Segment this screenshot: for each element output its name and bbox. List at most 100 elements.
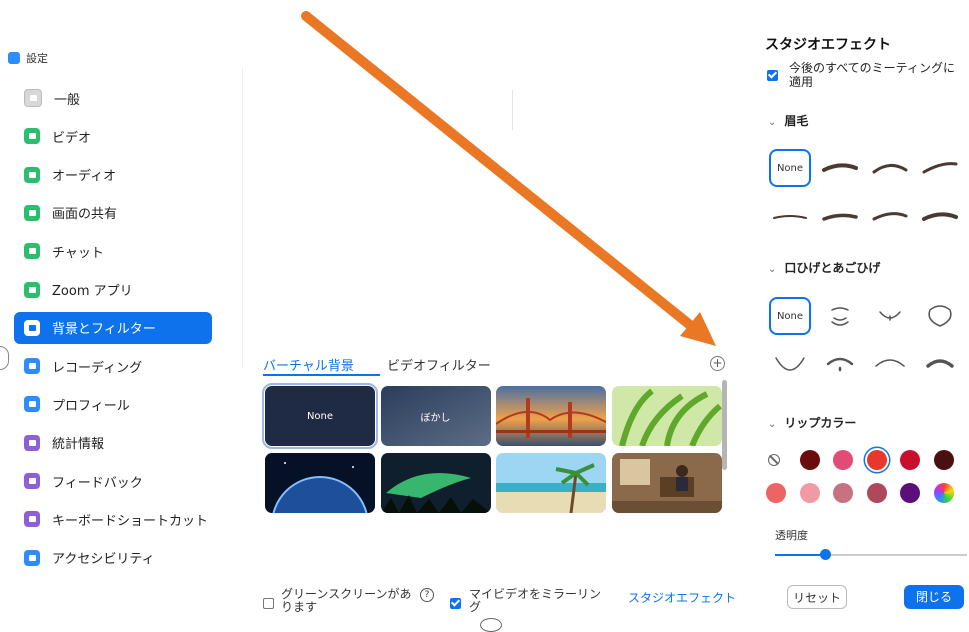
tab-video-filter[interactable]: ビデオフィルター xyxy=(387,355,491,374)
sidebar-item-label: 統計情報 xyxy=(52,437,105,453)
beard-option[interactable] xyxy=(819,345,861,383)
opacity-label: 透明度 xyxy=(775,529,808,542)
eyebrow-option[interactable] xyxy=(869,149,911,187)
lip-color-swatch[interactable] xyxy=(799,483,820,503)
beard-option[interactable] xyxy=(919,345,961,383)
beard-option[interactable]: None xyxy=(769,297,811,335)
background-tile[interactable] xyxy=(265,453,375,513)
background-thumbnail xyxy=(496,386,606,446)
background-tile[interactable] xyxy=(611,386,722,446)
background-tile[interactable] xyxy=(611,453,722,513)
tab-virtual-background[interactable]: バーチャル背景 xyxy=(263,355,354,374)
sidebar-item-label: 画面の共有 xyxy=(52,207,118,223)
eyebrow-option[interactable] xyxy=(819,149,861,187)
studio-effects-link[interactable]: スタジオエフェクト xyxy=(628,589,736,606)
eyebrow-option[interactable] xyxy=(869,197,911,235)
lip-color-swatch[interactable] xyxy=(933,450,954,470)
lip-color-swatch[interactable] xyxy=(766,483,786,503)
sidebar-item[interactable]: アクセシビリティ xyxy=(14,542,212,574)
eyebrow-option[interactable] xyxy=(819,197,861,235)
add-background-button[interactable]: + xyxy=(710,356,725,371)
opacity-slider-thumb[interactable] xyxy=(820,549,831,560)
mirror-video-checkbox[interactable] xyxy=(450,598,461,609)
eyebrow-style-icon xyxy=(872,212,908,221)
beard-style-icon xyxy=(928,305,952,327)
background-tile[interactable]: None xyxy=(262,383,378,449)
sidebar-item[interactable]: レコーディング xyxy=(14,350,212,382)
profile-icon xyxy=(24,396,40,413)
eyebrows-label: 眉毛 xyxy=(784,114,809,128)
sidebar-item-label: アクセシビリティ xyxy=(52,552,155,568)
background-thumbnail xyxy=(496,453,606,513)
sidebar-item[interactable]: 画面の共有 xyxy=(14,197,212,229)
scroll-indicator xyxy=(480,618,502,632)
sidebar-item[interactable]: ビデオ xyxy=(14,120,212,152)
sidebar-item-label: キーボードショートカット xyxy=(52,513,209,529)
app-title: 設定 xyxy=(8,50,48,66)
eyebrow-style-icon xyxy=(822,163,858,172)
eyebrow-style-icon xyxy=(822,213,858,221)
video-camera-icon xyxy=(24,128,40,145)
help-icon[interactable]: ? xyxy=(420,588,434,602)
eyebrow-option[interactable] xyxy=(769,197,811,235)
green-screen-checkbox[interactable] xyxy=(263,598,274,609)
eyebrows-section-header[interactable]: ⌄ 眉毛 xyxy=(768,112,808,129)
no-lip-color-icon[interactable] xyxy=(768,454,780,466)
statistics-icon xyxy=(24,434,40,451)
sidebar-item-label: フィードバック xyxy=(52,475,143,491)
sidebar-item-label: 一般 xyxy=(54,92,81,108)
reset-button[interactable]: リセット xyxy=(787,585,847,609)
background-tile[interactable] xyxy=(380,453,491,513)
beard-option[interactable] xyxy=(869,297,911,335)
sidebar-item[interactable]: 背景とフィルター xyxy=(14,311,212,344)
gear-icon xyxy=(24,89,42,107)
background-thumbnail xyxy=(265,453,375,513)
green-screen-label: グリーンスクリーンがあります xyxy=(281,587,412,614)
beard-option[interactable] xyxy=(769,345,811,383)
beard-option[interactable] xyxy=(919,297,961,335)
beard-style-icon xyxy=(875,359,905,367)
sidebar-item[interactable]: 一般 xyxy=(14,82,212,114)
close-button[interactable]: 閉じる xyxy=(904,585,964,609)
eyebrow-option[interactable] xyxy=(919,149,961,187)
eyebrow-option[interactable]: None xyxy=(769,149,811,187)
beard-option[interactable] xyxy=(819,297,861,335)
lip-color-swatch[interactable] xyxy=(866,450,887,470)
sidebar-item[interactable]: キーボードショートカット xyxy=(14,503,212,535)
headphones-icon xyxy=(24,166,40,183)
lip-color-swatch[interactable] xyxy=(933,483,954,503)
eyebrow-none-label: None xyxy=(776,162,804,174)
lip-color-swatch[interactable] xyxy=(900,450,920,470)
background-tile[interactable] xyxy=(496,453,606,513)
lip-color-section-header[interactable]: ⌄ リップカラー xyxy=(768,414,856,431)
beard-section-header[interactable]: ⌄ 口ひげとあごひげ xyxy=(768,259,880,276)
lip-color-swatch[interactable] xyxy=(799,450,820,470)
lip-color-swatch[interactable] xyxy=(833,450,853,470)
sidebar-item[interactable]: オーディオ xyxy=(14,159,212,191)
sidebar-item-label: ビデオ xyxy=(52,130,92,146)
sidebar-item[interactable]: プロフィール xyxy=(14,388,212,420)
background-tile[interactable] xyxy=(496,386,606,446)
active-tab-underline xyxy=(263,374,380,376)
window-title: 設定 xyxy=(26,52,48,65)
sidebar-item-label: オーディオ xyxy=(52,169,117,185)
eyebrow-option[interactable] xyxy=(919,197,961,235)
background-grid-scrollbar[interactable] xyxy=(722,380,727,470)
background-tile-label: ぼかし xyxy=(420,412,451,424)
sidebar-item[interactable]: Zoom アプリ xyxy=(14,274,212,306)
background-tile[interactable]: ぼかし xyxy=(380,386,491,446)
beard-label: 口ひげとあごひげ xyxy=(784,261,881,275)
lip-color-swatch[interactable] xyxy=(833,483,853,503)
background-icon xyxy=(24,319,40,336)
beard-option[interactable] xyxy=(869,345,911,383)
sidebar-item[interactable]: フィードバック xyxy=(14,465,212,497)
lip-color-swatch[interactable] xyxy=(900,483,920,503)
beard-style-icon xyxy=(831,307,849,326)
background-thumbnail xyxy=(380,453,491,513)
lip-color-swatch[interactable] xyxy=(866,483,887,503)
apply-all-checkbox[interactable] xyxy=(767,70,778,81)
sidebar-item[interactable]: 統計情報 xyxy=(14,427,212,459)
eyebrow-style-icon xyxy=(872,164,908,174)
sidebar-item[interactable]: チャット xyxy=(14,235,212,267)
chat-bubble-icon xyxy=(24,243,40,260)
